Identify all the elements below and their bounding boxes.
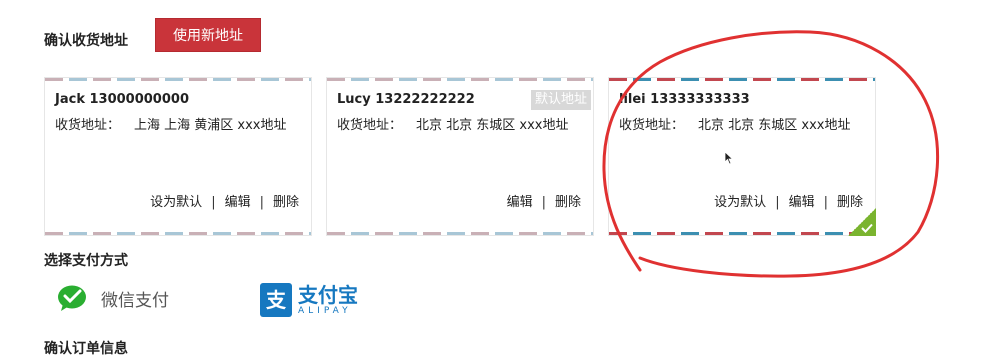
address-card-lucy[interactable]: Lucy 13222222222 默认地址 收货地址： 北京 北京 东城区 xxx…: [326, 77, 594, 236]
address-card-lilei[interactable]: lilei 13333333333 收货地址： 北京 北京 东城区 xxx地址 设…: [608, 77, 876, 236]
address-actions: 设为默认 | 编辑 | 删除: [714, 191, 863, 210]
edit-link[interactable]: 编辑: [225, 195, 251, 210]
action-separator: |: [259, 195, 264, 210]
address-text: 北京 北京 东城区 xxx地址: [698, 118, 851, 133]
alipay-sublabel: ALIPAY: [298, 306, 352, 316]
address-label: 收货地址：: [619, 118, 685, 133]
action-separator: |: [823, 195, 828, 210]
wechat-pay-label: 微信支付: [101, 290, 169, 311]
wechat-pay-icon: [58, 285, 86, 311]
selected-check-icon: [848, 208, 876, 236]
action-separator: |: [775, 195, 780, 210]
address-label: 收货地址：: [337, 118, 403, 133]
wechat-pay-option[interactable]: 微信支付: [57, 283, 169, 313]
address-text: 北京 北京 东城区 xxx地址: [416, 118, 569, 133]
default-address-badge: 默认地址: [530, 90, 591, 110]
alipay-icon: 支: [260, 283, 292, 317]
edit-link[interactable]: 编辑: [789, 195, 815, 210]
alipay-label: 支付宝: [298, 283, 358, 307]
address-name-phone: Jack 13000000000: [55, 92, 189, 107]
envelope-stripe-top: [327, 78, 593, 81]
edit-link[interactable]: 编辑: [507, 195, 533, 210]
envelope-stripe-bottom: [609, 232, 875, 235]
set-default-link[interactable]: 设为默认: [150, 195, 202, 210]
delete-link[interactable]: 删除: [273, 195, 299, 210]
envelope-stripe-bottom: [45, 232, 311, 235]
svg-text:支: 支: [266, 288, 287, 312]
envelope-stripe-bottom: [327, 232, 593, 235]
address-line: 收货地址： 北京 北京 东城区 xxx地址: [337, 114, 569, 133]
envelope-stripe-top: [45, 78, 311, 81]
set-default-link[interactable]: 设为默认: [714, 195, 766, 210]
envelope-stripe-top: [609, 78, 875, 81]
address-text: 上海 上海 黄浦区 xxx地址: [134, 118, 287, 133]
use-new-address-button[interactable]: 使用新地址: [155, 18, 261, 52]
delete-link[interactable]: 删除: [555, 195, 581, 210]
mouse-cursor-icon: [724, 151, 734, 165]
payment-section-title: 选择支付方式: [44, 253, 128, 269]
address-line: 收货地址： 北京 北京 东城区 xxx地址: [619, 114, 851, 133]
address-card-jack[interactable]: Jack 13000000000 收货地址： 上海 上海 黄浦区 xxx地址 设为…: [44, 77, 312, 236]
address-name-phone: Lucy 13222222222: [337, 92, 475, 107]
action-separator: |: [541, 195, 546, 210]
address-line: 收货地址： 上海 上海 黄浦区 xxx地址: [55, 114, 287, 133]
address-name-phone: lilei 13333333333: [619, 92, 750, 107]
address-actions: 设为默认 | 编辑 | 删除: [150, 191, 299, 210]
address-section-title: 确认收货地址: [44, 33, 128, 49]
action-separator: |: [211, 195, 216, 210]
order-section-title: 确认订单信息: [44, 341, 128, 357]
alipay-option[interactable]: 支 支付宝 ALIPAY: [260, 283, 358, 317]
address-actions: 编辑 | 删除: [507, 191, 581, 210]
address-label: 收货地址：: [55, 118, 121, 133]
